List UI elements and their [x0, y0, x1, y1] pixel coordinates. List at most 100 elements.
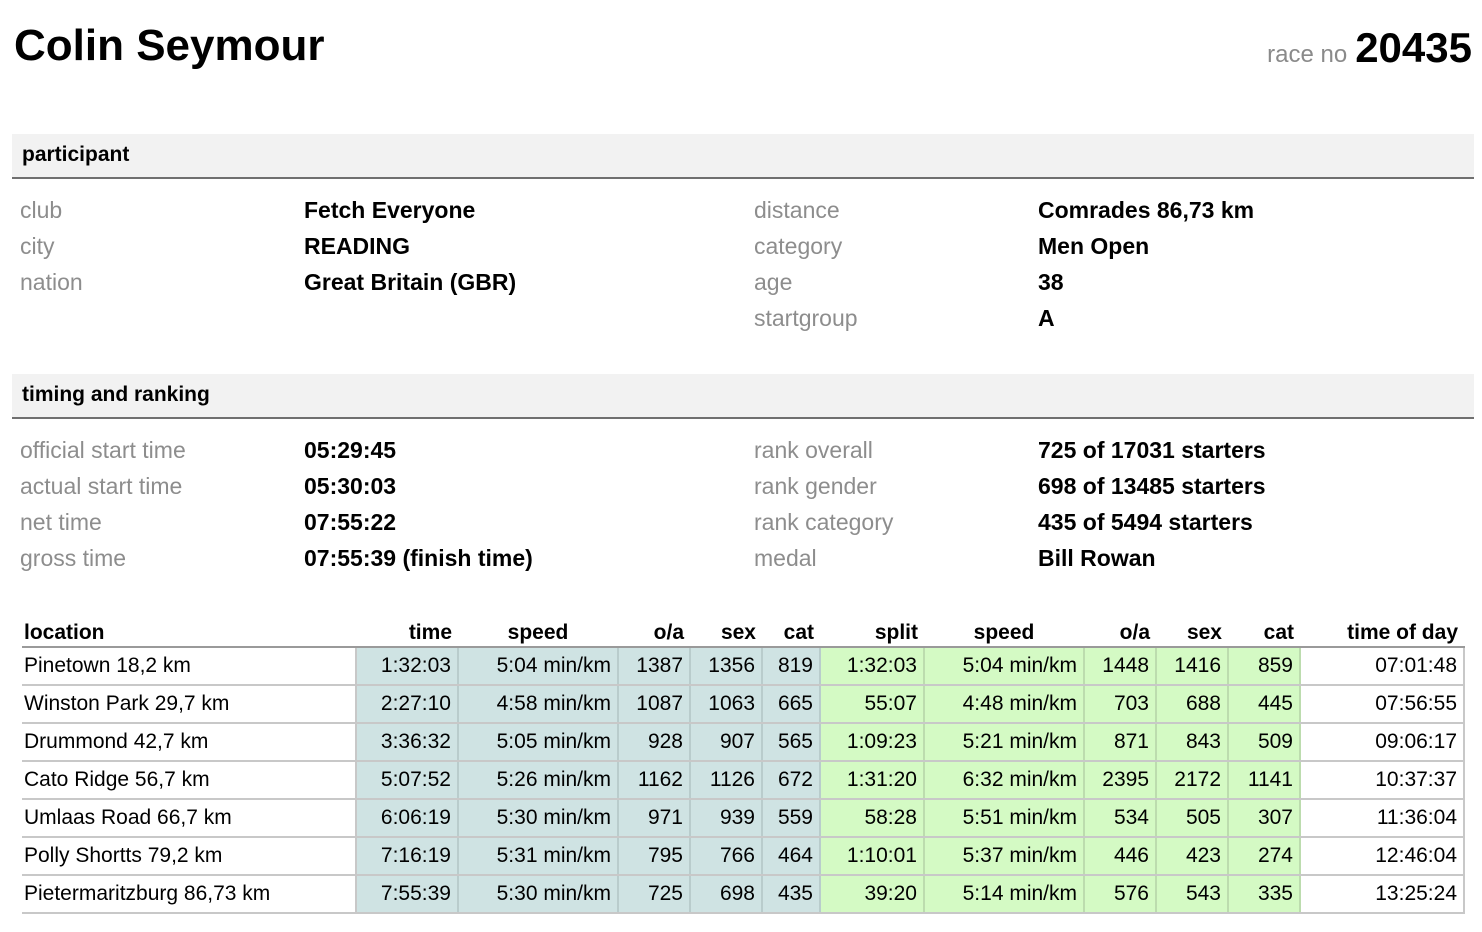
- cell-split-overall-rank: 1448: [1084, 647, 1157, 686]
- col-header-time-of-day: time of day: [1300, 617, 1464, 648]
- cell-split-sex-rank: 688: [1156, 685, 1229, 724]
- info-label: gross time: [20, 545, 127, 571]
- cell-location: Cato Ridge 56,7 km: [22, 761, 357, 800]
- cell-overall-rank: 928: [618, 723, 691, 762]
- cell-split-cat-rank: 445: [1228, 685, 1301, 724]
- table-header-row: location time speed o/a sex cat split sp…: [22, 617, 1464, 648]
- info-value: 05:30:03: [304, 473, 397, 499]
- cell-time: 2:27:10: [356, 685, 459, 724]
- cell-split: 1:09:23: [820, 723, 925, 762]
- cell-sex-rank: 907: [690, 723, 763, 762]
- info-row-rank-gender: rank gender 698 of 13485 starters: [754, 468, 1266, 504]
- info-row-gross-time: gross time 07:55:39 (finish time): [20, 540, 533, 576]
- cell-time-of-day: 10:37:37: [1300, 761, 1465, 800]
- cell-location: Umlaas Road 66,7 km: [22, 799, 357, 838]
- cell-time-of-day: 13:25:24: [1300, 875, 1465, 914]
- info-value: READING: [304, 233, 411, 259]
- cell-split: 39:20: [820, 875, 925, 914]
- cell-sex-rank: 1126: [690, 761, 763, 800]
- cell-split-cat-rank: 859: [1228, 647, 1301, 686]
- table-row: Pinetown 18,2 km 1:32:03 5:04 min/km 1387 13…: [22, 647, 1465, 686]
- info-value: 07:55:22: [304, 509, 397, 535]
- cell-split-speed: 5:04 min/km: [924, 647, 1085, 686]
- info-row-age: age 38: [754, 264, 1254, 300]
- cell-split-sex-rank: 2172: [1156, 761, 1229, 800]
- col-header-split-overall: o/a: [1084, 617, 1156, 648]
- info-label: category: [754, 233, 843, 259]
- splits-table-body: Pinetown 18,2 km 1:32:03 5:04 min/km 1387 13…: [22, 647, 1465, 914]
- info-row-startgroup: startgroup A: [754, 300, 1254, 336]
- info-label: official start time: [20, 437, 186, 463]
- cell-time-of-day: 11:36:04: [1300, 799, 1465, 838]
- cell-split-sex-rank: 505: [1156, 799, 1229, 838]
- cell-split-cat-rank: 509: [1228, 723, 1301, 762]
- cell-location: Pinetown 18,2 km: [22, 647, 357, 686]
- page-header: Colin Seymour race no 20435: [14, 20, 1472, 80]
- cell-speed: 5:30 min/km: [458, 799, 619, 838]
- timing-section-title: timing and ranking: [22, 383, 210, 406]
- info-value: 435 of 5494 starters: [1038, 509, 1253, 535]
- col-header-time: time: [356, 617, 458, 648]
- cell-speed: 5:04 min/km: [458, 647, 619, 686]
- cell-split: 1:31:20: [820, 761, 925, 800]
- cell-location: Winston Park 29,7 km: [22, 685, 357, 724]
- timing-right-list: rank overall 725 of 17031 starters rank …: [754, 432, 1266, 576]
- info-value: 725 of 17031 starters: [1038, 437, 1266, 463]
- col-header-split-cat: cat: [1228, 617, 1300, 648]
- info-row-nation: nation Great Britain (GBR): [20, 264, 516, 300]
- table-row: Winston Park 29,7 km 2:27:10 4:58 min/km 10…: [22, 685, 1465, 724]
- participant-name: Colin Seymour: [14, 21, 325, 70]
- col-header-split-sex: sex: [1156, 617, 1228, 648]
- cell-overall-rank: 1087: [618, 685, 691, 724]
- cell-split-sex-rank: 1416: [1156, 647, 1229, 686]
- cell-cat-rank: 464: [762, 837, 821, 876]
- cell-cat-rank: 435: [762, 875, 821, 914]
- info-row-official-start: official start time 05:29:45: [20, 432, 533, 468]
- participant-left-list: club Fetch Everyone city READING nation …: [20, 192, 516, 300]
- cell-cat-rank: 819: [762, 647, 821, 686]
- table-row: Drummond 42,7 km 3:36:32 5:05 min/km 928 907…: [22, 723, 1465, 762]
- race-number-value: 20435: [1355, 24, 1472, 71]
- cell-split-speed: 5:37 min/km: [924, 837, 1085, 876]
- cell-split: 58:28: [820, 799, 925, 838]
- cell-location: Polly Shortts 79,2 km: [22, 837, 357, 876]
- cell-split-sex-rank: 543: [1156, 875, 1229, 914]
- cell-split-speed: 6:32 min/km: [924, 761, 1085, 800]
- info-row-medal: medal Bill Rowan: [754, 540, 1266, 576]
- timing-left-list: official start time 05:29:45 actual star…: [20, 432, 533, 576]
- info-label: net time: [20, 509, 102, 535]
- col-header-overall: o/a: [618, 617, 690, 648]
- cell-split-cat-rank: 274: [1228, 837, 1301, 876]
- cell-time: 7:55:39: [356, 875, 459, 914]
- info-label: medal: [754, 545, 817, 571]
- cell-overall-rank: 725: [618, 875, 691, 914]
- info-value: 698 of 13485 starters: [1038, 473, 1266, 499]
- col-header-location: location: [22, 617, 356, 648]
- info-row-club: club Fetch Everyone: [20, 192, 516, 228]
- participant-section-title: participant: [22, 143, 130, 166]
- cell-split-overall-rank: 534: [1084, 799, 1157, 838]
- race-number: race no 20435: [1267, 24, 1472, 72]
- race-number-label: race no: [1267, 41, 1348, 68]
- cell-overall-rank: 971: [618, 799, 691, 838]
- info-value: Bill Rowan: [1038, 545, 1156, 571]
- participant-right-list: distance Comrades 86,73 km category Men …: [754, 192, 1254, 336]
- splits-table: location time speed o/a sex cat split sp…: [22, 617, 1465, 914]
- cell-split-cat-rank: 1141: [1228, 761, 1301, 800]
- info-label: distance: [754, 197, 840, 223]
- participant-section-header: participant: [12, 134, 1474, 179]
- info-row-city: city READING: [20, 228, 516, 264]
- col-header-cat: cat: [762, 617, 820, 648]
- cell-speed: 4:58 min/km: [458, 685, 619, 724]
- cell-sex-rank: 698: [690, 875, 763, 914]
- cell-split-sex-rank: 843: [1156, 723, 1229, 762]
- cell-split: 55:07: [820, 685, 925, 724]
- cell-speed: 5:31 min/km: [458, 837, 619, 876]
- cell-sex-rank: 766: [690, 837, 763, 876]
- cell-location: Drummond 42,7 km: [22, 723, 357, 762]
- info-value: Fetch Everyone: [304, 197, 476, 223]
- info-row-distance: distance Comrades 86,73 km: [754, 192, 1254, 228]
- cell-cat-rank: 672: [762, 761, 821, 800]
- cell-speed: 5:26 min/km: [458, 761, 619, 800]
- cell-time-of-day: 07:01:48: [1300, 647, 1465, 686]
